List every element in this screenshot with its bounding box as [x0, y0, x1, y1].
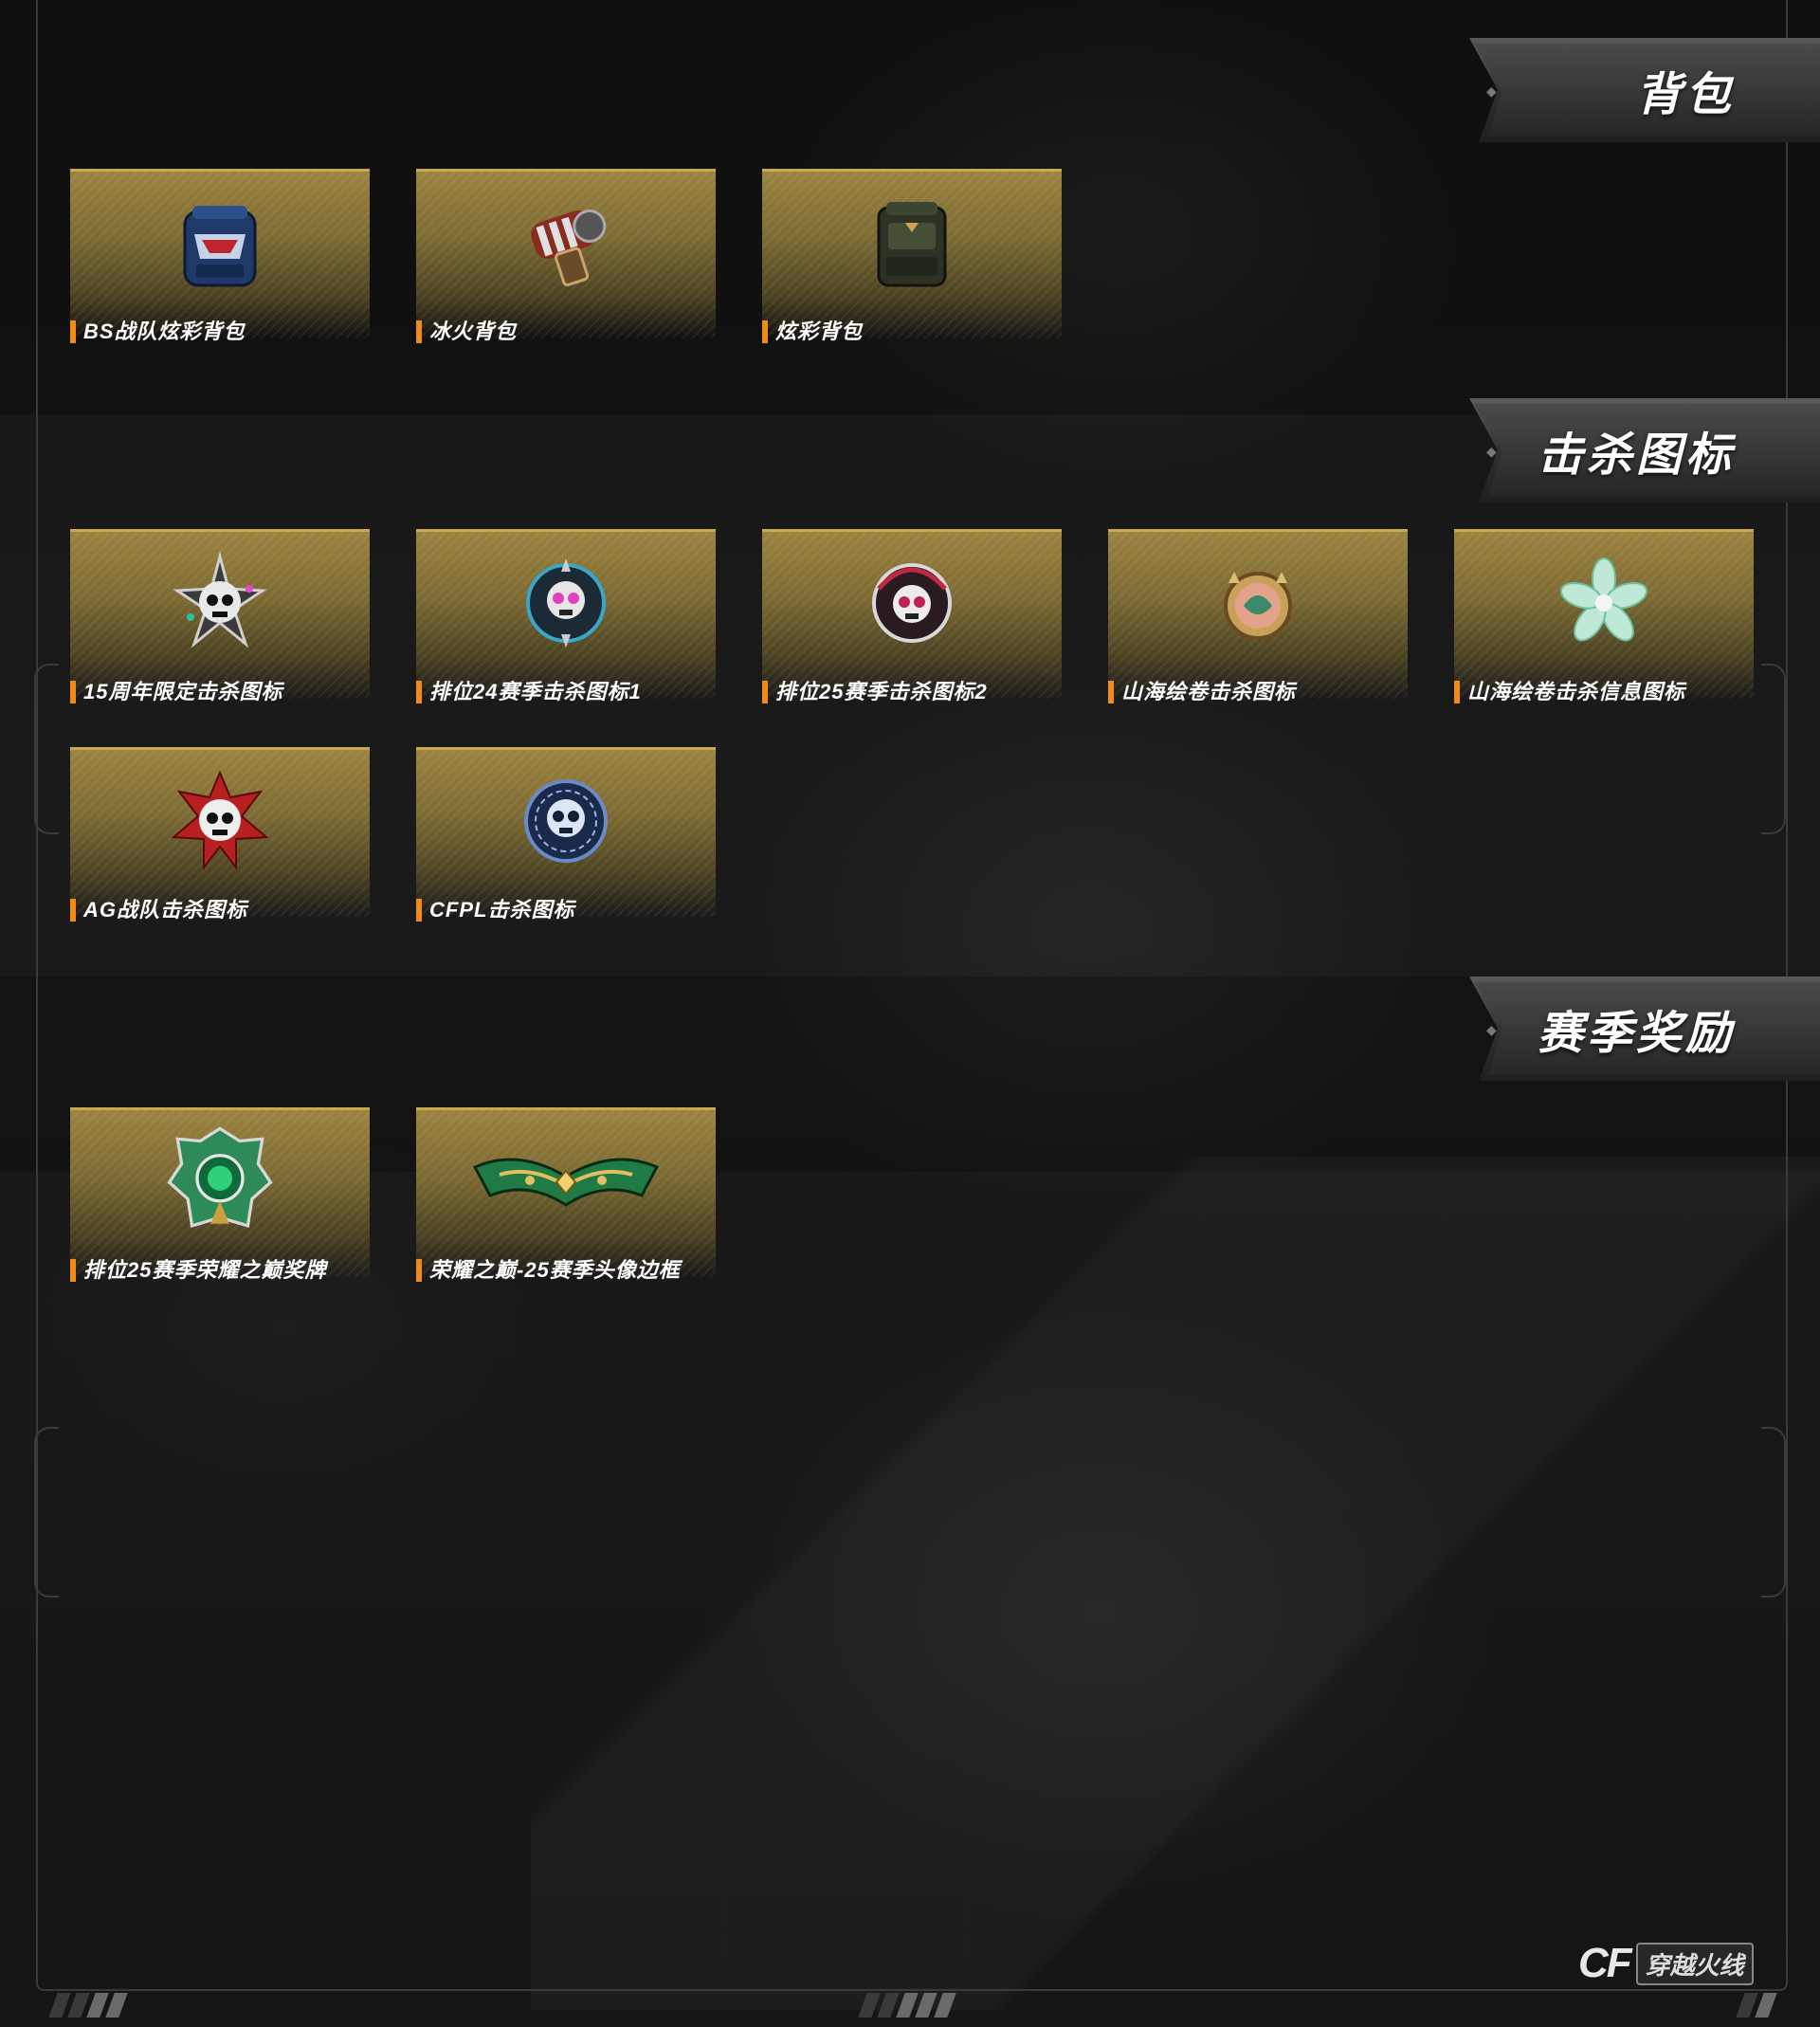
item-label: BS战队炫彩背包 [83, 320, 246, 343]
frame-notch-left [34, 664, 59, 834]
item-label: AG战队击杀图标 [83, 898, 248, 922]
frame-notch-left [34, 1427, 59, 1598]
deco-stripes [48, 1993, 128, 2018]
item-card[interactable]: AG战队击杀图标 [70, 747, 370, 961]
deco-stripes [858, 1993, 956, 2018]
item-label: 荣耀之巅-25赛季头像边框 [429, 1258, 681, 1282]
shanhai-flower-icon [1454, 550, 1754, 656]
item-label: 冰火背包 [429, 320, 518, 343]
item-label: 15周年限定击杀图标 [83, 680, 283, 703]
item-card[interactable]: 排位24赛季击杀图标1 [416, 529, 716, 743]
item-label: 山海绘卷击杀信息图标 [1467, 680, 1686, 703]
item-card[interactable]: 荣耀之巅-25赛季头像边框 [416, 1107, 716, 1322]
section-tab-backpack: ◆ 背包 [1441, 38, 1820, 142]
skull-ag-icon [70, 768, 370, 874]
section-title: 背包 [1635, 70, 1735, 120]
item-label: 炫彩背包 [775, 320, 864, 343]
item-card[interactable]: BS战队炫彩背包 [70, 169, 370, 383]
tab-mark-icon: ◆ [1486, 444, 1497, 459]
skull-15th-icon [70, 550, 370, 656]
item-card[interactable]: 排位25赛季击杀图标2 [762, 529, 1062, 743]
logo-name: 穿越火线 [1635, 1942, 1754, 1985]
backpack-icefire-icon [416, 190, 716, 296]
item-card[interactable]: 山海绘卷击杀信息图标 [1454, 529, 1754, 743]
frame-notch-right [1761, 664, 1786, 834]
tab-mark-icon: ◆ [1486, 83, 1497, 99]
item-card[interactable]: CFPL击杀图标 [416, 747, 716, 961]
medal-glory-icon [70, 1126, 370, 1234]
skull-rank25-icon [762, 550, 1062, 656]
item-card[interactable]: 山海绘卷击杀图标 [1108, 529, 1408, 743]
item-card[interactable]: 冰火背包 [416, 169, 716, 383]
logo-mark: CF [1578, 1940, 1632, 1986]
deco-stripes [1736, 1993, 1777, 2018]
section-title: 赛季奖励 [1537, 1009, 1735, 1059]
game-logo: CF 穿越火线 [1578, 1940, 1754, 1987]
skull-rank24-icon [416, 550, 716, 656]
item-card[interactable]: 15周年限定击杀图标 [70, 529, 370, 743]
section-title: 击杀图标 [1537, 430, 1735, 481]
shanhai-kill-icon [1108, 550, 1408, 656]
item-label: 山海绘卷击杀图标 [1121, 680, 1297, 703]
section-tab-season-rewards: ◆ 赛季奖励 [1441, 977, 1820, 1081]
item-label: 排位25赛季荣耀之巅奖牌 [83, 1258, 327, 1282]
item-label: 排位25赛季击杀图标2 [775, 680, 988, 703]
item-label: 排位24赛季击杀图标1 [429, 680, 642, 703]
item-label: CFPL击杀图标 [429, 898, 575, 922]
backpack-bs-icon [70, 190, 370, 296]
item-card[interactable]: 排位25赛季荣耀之巅奖牌 [70, 1107, 370, 1322]
backpack-color-icon [762, 190, 1062, 296]
section-tab-kill-icons: ◆ 击杀图标 [1441, 398, 1820, 502]
tab-mark-icon: ◆ [1486, 1022, 1497, 1037]
skull-cfpl-icon [416, 768, 716, 874]
avatar-frame-icon [416, 1128, 716, 1234]
item-card[interactable]: 炫彩背包 [762, 169, 1062, 383]
frame-notch-right [1761, 1427, 1786, 1598]
